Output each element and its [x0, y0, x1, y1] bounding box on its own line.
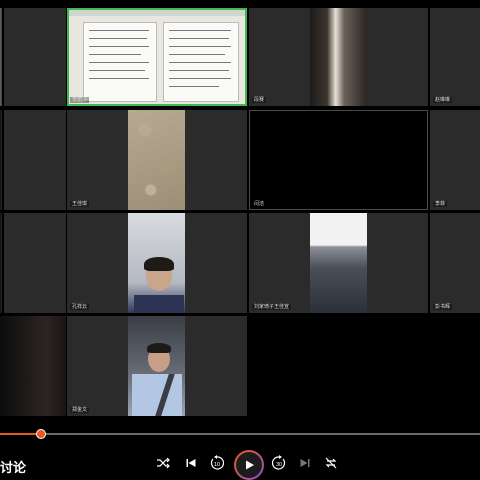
participant-tile[interactable] — [0, 213, 2, 313]
participant-name: 李菲 — [433, 201, 448, 207]
shuffle-button[interactable] — [152, 452, 174, 474]
participant-name: 孔祥云 — [70, 304, 90, 310]
participant-tile[interactable]: 闫洁 — [249, 110, 428, 210]
participant-video — [0, 213, 2, 313]
participant-tile[interactable]: 王佳琪 — [67, 110, 247, 210]
participant-name: 刘家琦子王佳宣 — [252, 304, 292, 310]
next-button[interactable] — [294, 452, 316, 474]
shuffle-icon — [157, 457, 170, 469]
fast-forward-icon: 30 — [271, 455, 286, 470]
play-icon — [246, 460, 254, 470]
participant-tile[interactable]: 李菲 — [430, 110, 480, 210]
participant-name: 郑金文 — [70, 407, 90, 413]
repeat-off-button[interactable] — [320, 452, 342, 474]
participant-name: 李丽莎 — [70, 97, 90, 103]
participant-video — [128, 110, 185, 210]
participant-name: 闫洁 — [252, 201, 267, 207]
participant-name: 段赛 — [252, 97, 267, 103]
participant-video — [128, 213, 185, 313]
participant-video — [0, 110, 2, 210]
participant-tile[interactable]: 彭书辉 — [430, 213, 480, 313]
skip-previous-icon — [186, 459, 196, 467]
previous-button[interactable] — [180, 452, 202, 474]
participant-name: 赵琳琳 — [433, 97, 453, 103]
seek-bar-progress — [0, 433, 41, 435]
seek-bar-thumb[interactable] — [35, 429, 46, 439]
participant-tile[interactable]: 郑金文 — [67, 316, 247, 416]
participant-tile[interactable] — [0, 8, 2, 106]
participant-tile[interactable]: 孔祥云 — [67, 213, 247, 313]
skip-next-icon — [300, 459, 310, 467]
rewind-seconds: 10 — [214, 462, 220, 468]
playback-controls: 讨论 10 30 — [0, 452, 480, 480]
participant-video — [128, 316, 185, 416]
rewind-icon: 10 — [210, 455, 225, 470]
participant-video — [0, 316, 66, 416]
participant-tile[interactable] — [4, 213, 66, 313]
repeat-off-icon — [325, 457, 337, 469]
forward-seconds: 30 — [276, 462, 282, 468]
participant-tile[interactable]: 刘家琦子王佳宣 — [249, 213, 428, 313]
participant-tile[interactable] — [4, 110, 66, 210]
shared-document-video — [69, 10, 245, 104]
rewind-10-button[interactable]: 10 — [206, 452, 228, 474]
participant-tile[interactable]: 段赛 — [249, 8, 428, 106]
play-button[interactable] — [234, 450, 264, 480]
forward-30-button[interactable]: 30 — [268, 452, 290, 474]
participant-video — [0, 8, 2, 106]
video-caption: 讨论 — [0, 460, 27, 475]
seek-bar[interactable] — [0, 429, 480, 439]
participant-tile-active-speaker[interactable]: 李丽莎 — [67, 8, 247, 106]
participant-video — [310, 8, 367, 106]
participant-tile[interactable]: 赵琳琳 — [430, 8, 480, 106]
participant-tile[interactable] — [0, 316, 66, 416]
participant-name: 彭书辉 — [433, 304, 453, 310]
participant-tile[interactable] — [0, 110, 2, 210]
participant-name: 王佳琪 — [70, 201, 90, 207]
participant-tile[interactable] — [4, 8, 66, 106]
participant-video — [310, 213, 367, 313]
